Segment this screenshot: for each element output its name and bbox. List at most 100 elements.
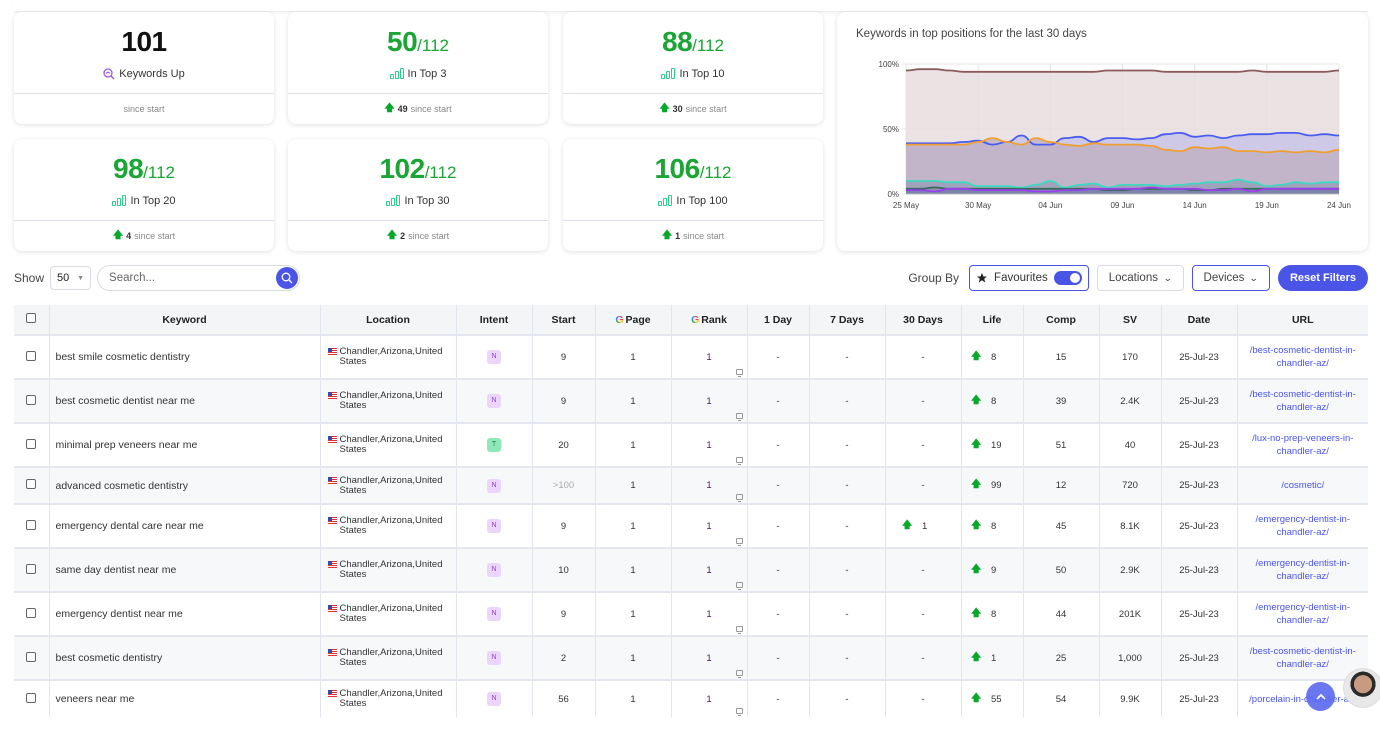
- column-header-rank[interactable]: G Rank: [671, 305, 748, 335]
- desktop-icon: [735, 413, 743, 421]
- start-value: 10: [558, 564, 569, 576]
- locations-dropdown[interactable]: Locations ⌄: [1096, 265, 1184, 291]
- page-cell: 1: [595, 635, 672, 680]
- favourites-toggle[interactable]: [1053, 271, 1082, 285]
- stat-label-wrap: Keywords Up: [103, 68, 185, 80]
- location-text: Chandler,Arizona,United States: [339, 559, 443, 580]
- row-checkbox[interactable]: [26, 692, 37, 703]
- life-cell: 🡅 55: [961, 679, 1024, 717]
- intent-cell: N: [456, 334, 533, 379]
- column-header-comp[interactable]: Comp: [1023, 305, 1100, 335]
- devices-dropdown[interactable]: Devices ⌄: [1191, 265, 1270, 291]
- table-row[interactable]: same day dentist near me Chandler,Arizon…: [14, 547, 1369, 592]
- url-link[interactable]: /cosmetic/: [1238, 479, 1369, 492]
- row-checkbox[interactable]: [26, 651, 37, 662]
- location-text: Chandler,Arizona,United States: [339, 647, 443, 668]
- column-header-location[interactable]: Location: [320, 305, 457, 335]
- url-link[interactable]: /emergency-dentist-in-chandler-az/: [1238, 601, 1369, 627]
- stat-card-footer: since start: [14, 94, 274, 124]
- column-header-url[interactable]: URL: [1237, 305, 1368, 335]
- change-7-days: -: [809, 679, 886, 717]
- column-header-keyword[interactable]: Keyword: [49, 305, 321, 335]
- row-checkbox[interactable]: [26, 479, 37, 489]
- top-divider: [14, 0, 1368, 12]
- scroll-to-top-button[interactable]: [1306, 682, 1335, 711]
- column-header-1-day[interactable]: 1 Day: [747, 305, 810, 335]
- life-cell: 🡅 8: [961, 591, 1024, 636]
- start-cell: 10: [532, 547, 596, 592]
- reset-filters-button[interactable]: Reset Filters: [1277, 265, 1368, 291]
- up-arrow-icon: 🡅: [971, 607, 982, 619]
- location-text: Chandler,Arizona,United States: [339, 688, 443, 709]
- row-checkbox[interactable]: [26, 438, 37, 449]
- table-row[interactable]: best cosmetic dentistry Chandler,Arizona…: [14, 635, 1369, 680]
- locations-label: Locations: [1108, 272, 1158, 284]
- comp-cell: 54: [1023, 679, 1100, 717]
- stat-change: 30: [672, 104, 683, 114]
- table-row[interactable]: emergency dentist near me Chandler,Arizo…: [14, 591, 1369, 636]
- column-header-sv[interactable]: SV: [1099, 305, 1162, 335]
- column-header-date[interactable]: Date: [1161, 305, 1238, 335]
- life-value: 8: [991, 351, 997, 363]
- table-row[interactable]: veneers near me Chandler,Arizona,United …: [14, 679, 1368, 717]
- url-link[interactable]: /lux-no-prep-veneers-in-chandler-az/: [1238, 432, 1369, 458]
- row-checkbox[interactable]: [26, 350, 37, 361]
- url-link[interactable]: /best-cosmetic-dentist-in-chandler-az/: [1238, 645, 1369, 671]
- up-arrow-icon: 🡅: [902, 519, 913, 531]
- table-row[interactable]: minimal prep veneers near me Chandler,Ar…: [14, 422, 1369, 467]
- intent-cell: N: [456, 466, 533, 504]
- search-box: [97, 265, 301, 291]
- column-header-page[interactable]: G Page: [595, 305, 672, 335]
- google-icon: G: [615, 313, 624, 326]
- up-arrow-icon: 🡅: [971, 519, 982, 531]
- url-link[interactable]: /emergency-dentist-in-chandler-az/: [1238, 557, 1369, 583]
- url-link[interactable]: /best-cosmetic-dentist-in-chandler-az/: [1238, 388, 1369, 414]
- select-all-checkbox[interactable]: [26, 313, 37, 323]
- column-header-start[interactable]: Start: [532, 305, 596, 335]
- stat-card: 50/112 In Top 3 🡅 49 since start: [288, 12, 548, 124]
- intent-cell: N: [456, 547, 533, 592]
- search-button[interactable]: [276, 267, 299, 289]
- url-cell: /lux-no-prep-veneers-in-chandler-az/: [1237, 422, 1369, 467]
- stat-label: In Top 10: [679, 67, 725, 80]
- url-link[interactable]: /best-cosmetic-dentist-in-chandler-az/: [1238, 344, 1369, 370]
- change-7-days: -: [809, 466, 886, 504]
- page-size-select[interactable]: 50 ▼: [50, 266, 92, 290]
- us-flag-icon: [327, 436, 337, 443]
- row-checkbox[interactable]: [26, 607, 37, 618]
- intent-cell: N: [456, 503, 533, 548]
- change-1-day: -: [747, 591, 810, 636]
- change-30-days: -: [921, 608, 925, 620]
- column-header-30-days[interactable]: 30 Days: [885, 305, 962, 335]
- keyword-cell: minimal prep veneers near me: [49, 422, 321, 467]
- column-header-life[interactable]: Life: [961, 305, 1024, 335]
- x-tick-label: 25 May: [893, 201, 919, 210]
- desktop-icon: [735, 708, 743, 716]
- table-row[interactable]: emergency dental care near me Chandler,A…: [14, 503, 1369, 548]
- date-cell: 25-Jul-23: [1161, 591, 1238, 636]
- rank-cell: 1: [671, 679, 748, 717]
- column-header-7-days[interactable]: 7 Days: [809, 305, 886, 335]
- chevron-down-icon: ⌄: [1162, 272, 1173, 283]
- start-cell: 20: [532, 422, 596, 467]
- comp-cell: 39: [1023, 378, 1100, 423]
- us-flag-icon: [327, 392, 337, 399]
- column-header-intent[interactable]: Intent: [456, 305, 533, 335]
- table-row[interactable]: best smile cosmetic dentistry Chandler,A…: [14, 334, 1369, 379]
- search-input[interactable]: [109, 272, 270, 284]
- row-select-cell: [14, 422, 50, 467]
- life-value: 8: [991, 395, 997, 407]
- life-value: 55: [991, 693, 1002, 705]
- intent-badge: N: [487, 394, 501, 408]
- stat-value: 101: [121, 25, 167, 57]
- location-cell: Chandler,Arizona,United States: [320, 378, 457, 423]
- table-row[interactable]: advanced cosmetic dentistry Chandler,Ari…: [14, 466, 1369, 504]
- row-checkbox[interactable]: [26, 519, 37, 530]
- table-row[interactable]: best cosmetic dentist near me Chandler,A…: [14, 378, 1369, 423]
- url-link[interactable]: /emergency-dentist-in-chandler-az/: [1238, 513, 1369, 539]
- support-chat-avatar[interactable]: [1343, 668, 1380, 708]
- row-checkbox[interactable]: [26, 394, 37, 405]
- row-checkbox[interactable]: [26, 563, 37, 574]
- up-arrow-icon: 🡅: [971, 350, 982, 362]
- chevron-down-icon: ⌄: [1249, 272, 1260, 283]
